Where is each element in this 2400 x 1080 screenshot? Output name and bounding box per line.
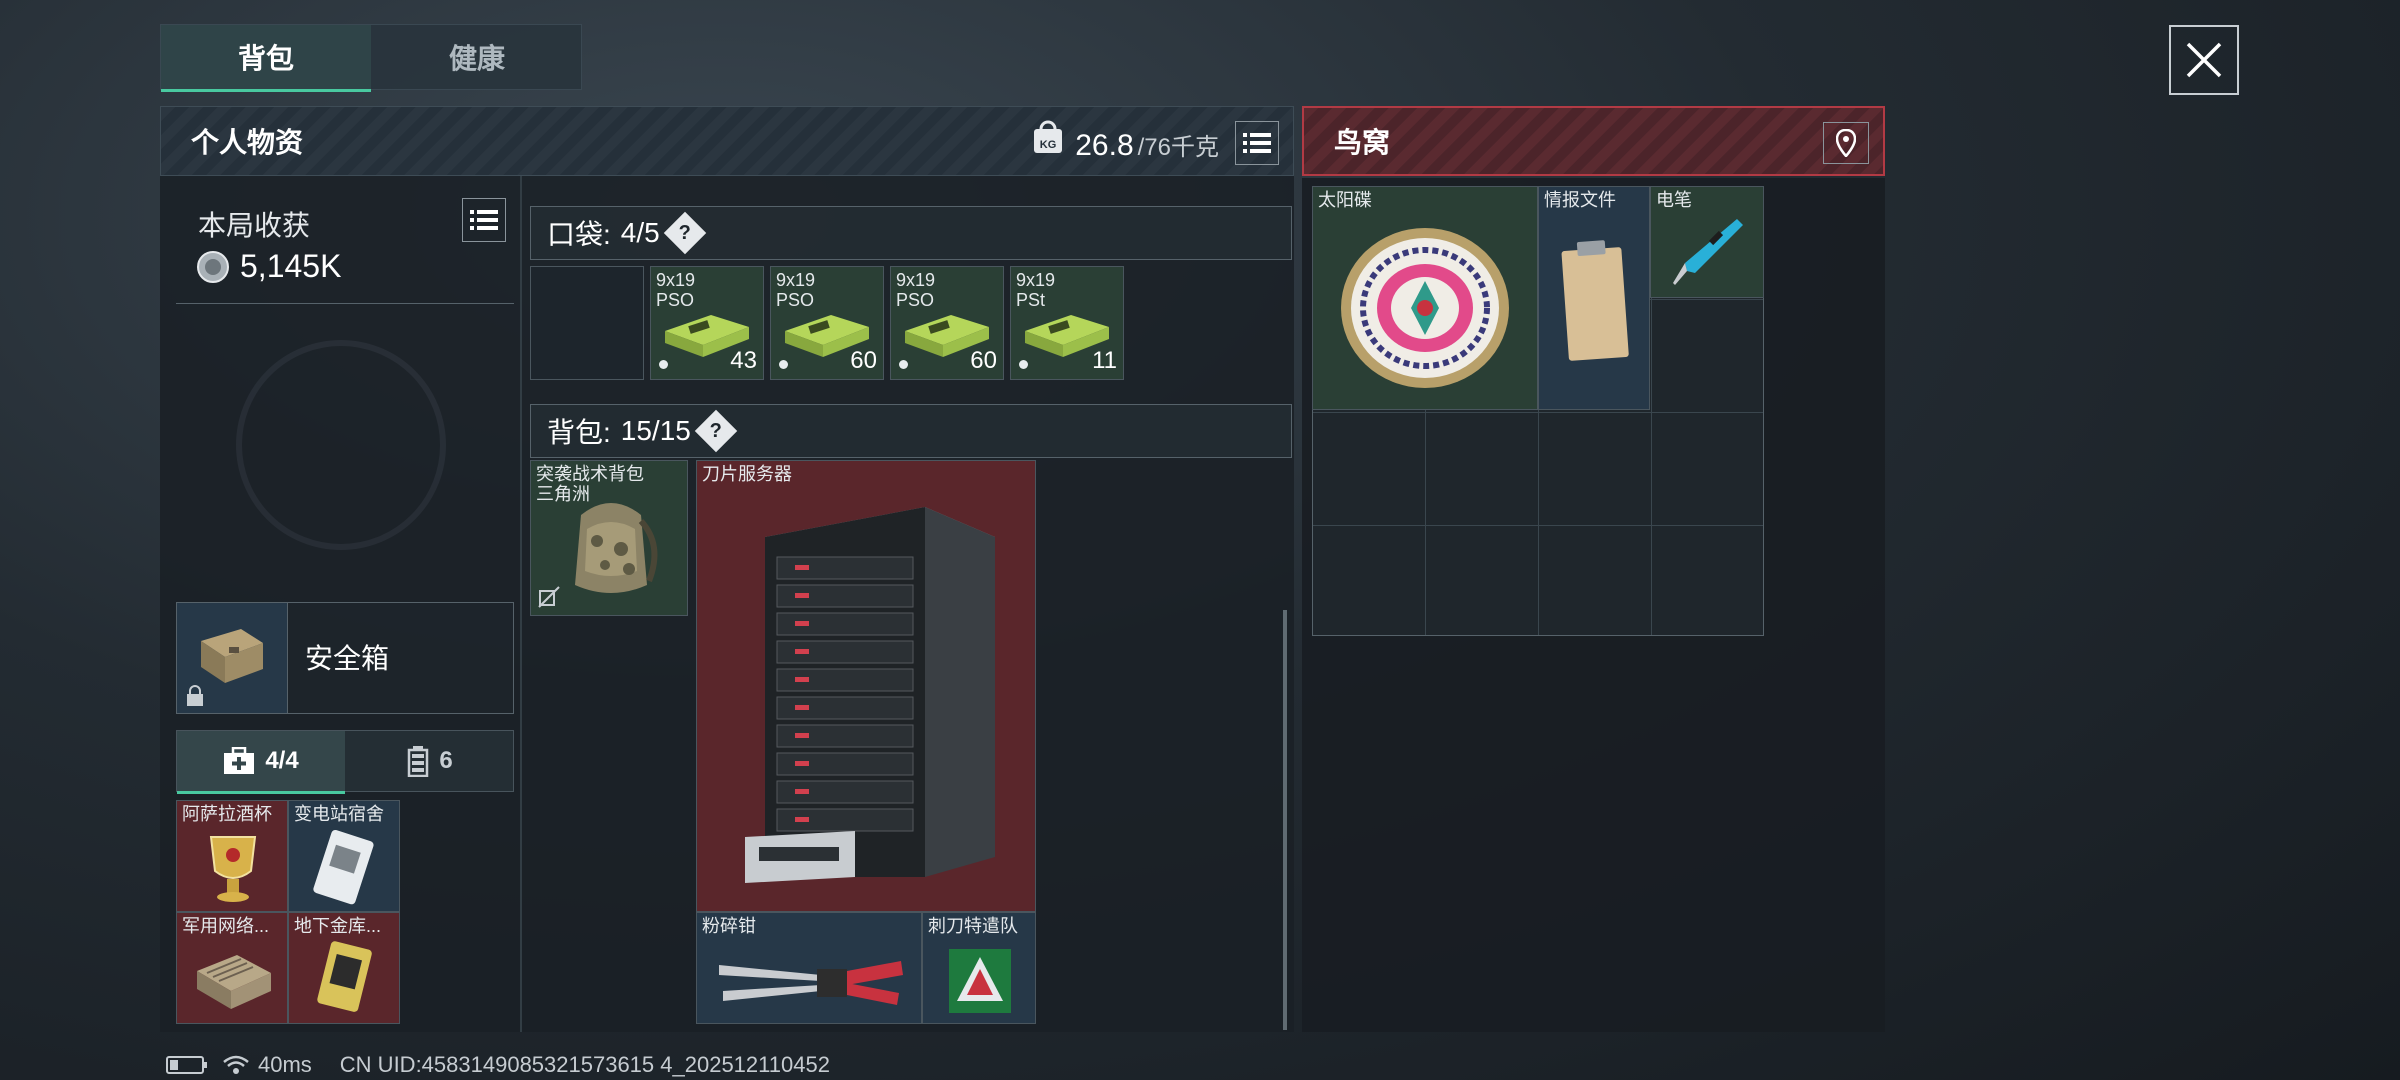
close-button[interactable] xyxy=(2169,25,2239,95)
haul-value-row: 5,145K xyxy=(196,248,341,285)
backpack-equipped-slot[interactable]: 突袭战术背包 三角洲 xyxy=(530,460,688,616)
safe-item-underground-vault[interactable]: 地下金库... xyxy=(288,912,400,1024)
battery-icon xyxy=(408,746,429,777)
medkit-icon xyxy=(224,747,255,774)
pocket-slot-ammo-1[interactable]: 9x19 PSO 43 xyxy=(650,266,764,380)
safe-box-row[interactable]: 安全箱 xyxy=(176,602,514,714)
pockets-help-icon[interactable]: ? xyxy=(663,211,706,255)
keycard-icon xyxy=(313,829,374,905)
scrollbar-thumb[interactable] xyxy=(1283,610,1287,1030)
status-bar: 40ms CN UID:4583149085321573615 4_202512… xyxy=(166,1052,830,1078)
safe-box-label: 安全箱 xyxy=(305,643,390,674)
backpack-header: 背包: 15/15 ? xyxy=(530,404,1292,458)
list-icon xyxy=(1243,133,1271,153)
location-marker-button[interactable] xyxy=(1823,122,1869,164)
server-rack-icon xyxy=(745,507,995,883)
location-header: 鸟窝 xyxy=(1302,106,1885,176)
weight-current: 26.8 xyxy=(1075,129,1134,162)
vault-keycard-icon xyxy=(317,941,372,1012)
pocket-slot-ammo-4[interactable]: 9x19 PSt 11 xyxy=(1010,266,1124,380)
no-insure-icon xyxy=(538,586,560,608)
backpack-icon xyxy=(575,503,658,593)
safe-item-keycard-dorm[interactable]: 变电站宿舍 xyxy=(288,800,400,912)
network-device-icon xyxy=(197,955,271,1009)
location-item-test-pen[interactable]: 电笔 xyxy=(1650,186,1764,298)
haul-value: 5,145K xyxy=(240,248,342,284)
haul-list-button[interactable] xyxy=(462,198,506,242)
safe-box-icon xyxy=(201,629,263,683)
tab-medkit[interactable]: 4/4 xyxy=(177,731,345,794)
coin-icon xyxy=(197,250,229,283)
backpack-item-crusher-pliers[interactable]: 粉碎钳 xyxy=(696,912,922,1024)
battery-level-icon xyxy=(166,1056,207,1074)
tab-backpack[interactable]: 背包 xyxy=(161,25,371,92)
safe-item-military-network[interactable]: 军用网络... xyxy=(176,912,288,1024)
safe-box-slot[interactable] xyxy=(177,603,288,713)
test-pen-icon xyxy=(1673,219,1743,285)
close-icon xyxy=(2186,42,2222,78)
location-item-intel-file[interactable]: 情报文件 xyxy=(1538,186,1650,410)
backpack-help-icon[interactable]: ? xyxy=(694,409,738,453)
sort-list-button[interactable] xyxy=(1235,121,1279,165)
location-item-sun-disc[interactable]: 太阳碟 xyxy=(1312,186,1538,410)
safe-item-cup[interactable]: 阿萨拉酒杯 xyxy=(176,800,288,912)
pocket-slot-empty[interactable] xyxy=(530,266,644,380)
personal-header: 个人物资 KG 26.8 /76千克 xyxy=(160,106,1294,176)
sun-disc-icon xyxy=(1341,228,1509,388)
weight-readout: KG 26.8 /76千克 xyxy=(1031,119,1219,163)
tab-battery[interactable]: 6 xyxy=(347,731,513,791)
backpack-item-blade-server[interactable]: 刀片服务器 xyxy=(696,460,1036,912)
tab-health[interactable]: 健康 xyxy=(373,25,581,89)
emblem-watermark xyxy=(236,340,446,550)
pocket-slot-ammo-3[interactable]: 9x19 PSO 60 xyxy=(890,266,1004,380)
goblet-icon xyxy=(209,836,257,902)
column-divider xyxy=(520,176,522,1032)
safe-subtabs: 4/4 6 xyxy=(176,730,514,794)
weight-max: /76千克 xyxy=(1137,134,1219,161)
svg-text:KG: KG xyxy=(1040,139,1057,151)
lock-icon xyxy=(187,685,203,706)
top-tabbar: 背包 健康 xyxy=(160,24,582,92)
location-title: 鸟窝 xyxy=(1334,127,1391,158)
haul-title: 本局收获 xyxy=(198,210,311,241)
pockets-header: 口袋: 4/5 ? xyxy=(530,206,1292,260)
clipboard-icon xyxy=(1561,240,1629,361)
ping-readout: 40ms xyxy=(258,1052,312,1077)
box-art-icon xyxy=(949,949,1011,1013)
list-icon xyxy=(470,210,498,230)
weight-icon: KG xyxy=(1034,120,1063,153)
backpack-item-bayonet-squad[interactable]: 刺刀特遣队 xyxy=(922,912,1036,1024)
pliers-icon xyxy=(719,961,903,1005)
pocket-slot-ammo-2[interactable]: 9x19 PSO 60 xyxy=(770,266,884,380)
haul-box: 本局收获 5,145K xyxy=(176,186,514,304)
map-pin-icon xyxy=(1836,129,1856,157)
personal-title: 个人物资 xyxy=(191,127,304,158)
wifi-icon xyxy=(223,1055,249,1074)
uid-readout: CN UID:4583149085321573615 4_20251211045… xyxy=(339,1052,830,1077)
